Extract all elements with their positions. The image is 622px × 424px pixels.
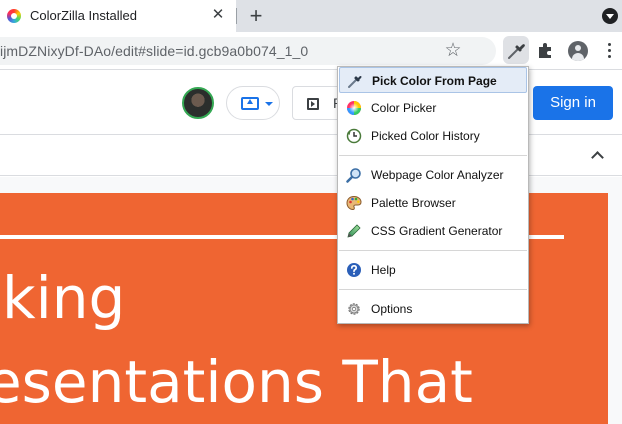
gradient-pen-icon [347,224,361,238]
menu-item-options[interactable]: Options [339,296,527,322]
collapse-menus-chevron-up-icon[interactable] [590,148,606,164]
menu-item-label: Help [371,263,396,277]
menu-item-label: Pick Color From Page [372,74,497,88]
menu-item-label: Options [371,302,413,316]
browser-toolbar: ijmDZNixyDf-DAo/edit#slide=id.gcb9a0b074… [0,32,622,70]
profile-body-shape [572,53,584,61]
menu-item-webpage-color-analyzer[interactable]: Webpage Color Analyzer [339,162,527,188]
bookmark-star-icon[interactable]: ☆ [442,40,464,62]
tab-separator [236,8,237,24]
browser-menu-kebab-icon[interactable] [608,43,612,59]
slide-title-line-1[interactable]: king [2,269,125,327]
color-wheel-icon [347,101,361,115]
new-tab-button[interactable]: + [246,5,266,27]
slide-title-line-2[interactable]: esentations That [0,353,473,411]
eyedropper-icon [508,44,525,59]
url-text[interactable]: ijmDZNixyDf-DAo/edit#slide=id.gcb9a0b074… [0,43,308,59]
menu-item-pick-color-from-page[interactable]: Pick Color From Page [339,67,527,93]
tab-search-icon[interactable] [602,8,618,24]
magnifier-icon [346,168,361,183]
menu-item-help[interactable]: Help [339,257,527,283]
kebab-dot [608,55,611,58]
sign-in-button[interactable]: Sign in [533,86,613,120]
tab-close-icon[interactable]: ✕ [210,7,226,23]
kebab-dot [608,49,611,52]
extensions-puzzle-icon[interactable] [537,41,555,59]
menu-separator [339,155,527,156]
address-bar[interactable]: ijmDZNixyDf-DAo/edit#slide=id.gcb9a0b074… [0,37,496,65]
menu-separator [339,289,527,290]
menu-item-label: Palette Browser [371,196,456,210]
kebab-dot [608,43,611,46]
chevron-down-icon [265,102,273,106]
menu-separator [339,250,527,251]
menu-item-label: Webpage Color Analyzer [371,168,504,182]
colorzilla-extension-button[interactable] [503,36,529,64]
eyedropper-icon [348,75,362,88]
colorzilla-favicon-icon [7,9,21,23]
menu-item-palette-browser[interactable]: Palette Browser [339,190,527,216]
puzzle-icon [539,43,551,58]
present-to-screen-button[interactable] [226,86,280,120]
menu-item-label: CSS Gradient Generator [371,224,503,238]
slideshow-play-icon [307,98,319,110]
tab-title: ColorZilla Installed [30,8,137,23]
tab-strip: ColorZilla Installed ✕ + [0,0,622,32]
palette-icon [346,195,362,211]
upload-arrow-icon [247,99,253,104]
menu-item-css-gradient-generator[interactable]: CSS Gradient Generator [339,218,527,244]
menu-item-label: Picked Color History [371,129,480,143]
history-icon [346,128,362,144]
menu-item-color-picker[interactable]: Color Picker [339,95,527,121]
colorzilla-dropdown-menu: Pick Color From Page Color Picker Picked… [337,66,529,324]
help-icon [347,263,361,277]
profile-head-shape [575,45,581,51]
menu-item-picked-color-history[interactable]: Picked Color History [339,123,527,149]
profile-icon[interactable] [568,41,588,61]
browser-tab[interactable]: ColorZilla Installed ✕ [0,0,236,32]
collaborator-avatar[interactable] [182,87,214,119]
gear-icon [348,303,360,315]
menu-item-label: Color Picker [371,101,437,115]
